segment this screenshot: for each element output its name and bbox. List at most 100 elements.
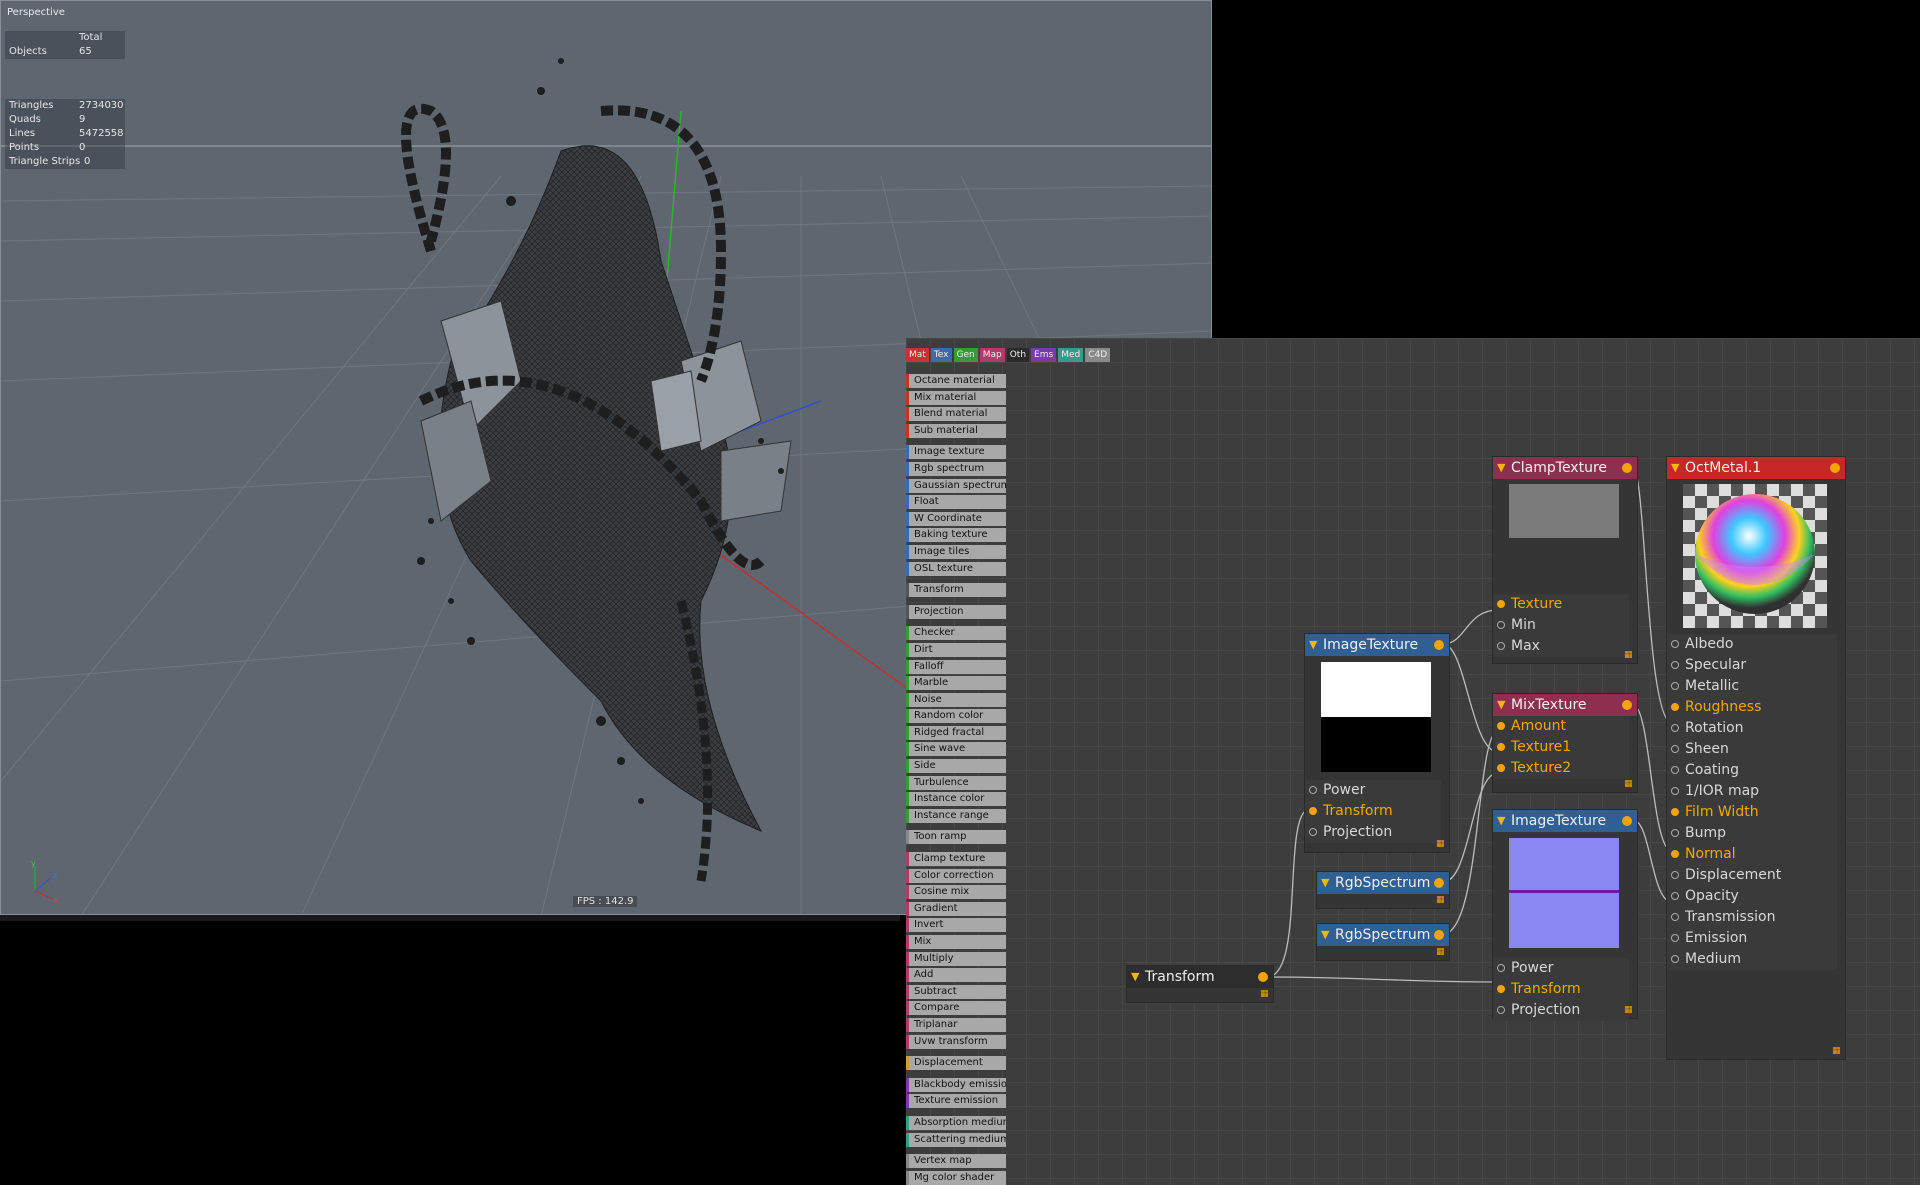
input-pin[interactable]: Sheen [1667,739,1837,760]
collapse-triangle-icon[interactable]: ▼ [1497,457,1505,479]
resize-handle-icon[interactable]: ▦ [1436,948,1445,957]
input-pin[interactable]: Bump [1667,823,1837,844]
output-pin-icon[interactable] [1434,878,1444,888]
resize-handle-icon[interactable]: ▦ [1624,1006,1633,1015]
node-header[interactable]: ▼ ImageTexture [1493,810,1637,832]
output-pin-icon[interactable] [1434,640,1444,650]
input-pin[interactable]: Texture [1493,594,1629,615]
input-pin[interactable]: Power [1305,780,1441,801]
input-pin[interactable]: Metallic [1667,676,1837,697]
collapse-triangle-icon[interactable]: ▼ [1321,924,1329,946]
node-editor[interactable]: Mat Tex Gen Map Oth Ems Med C4D Octane material… [906,338,1920,1185]
collapse-triangle-icon[interactable]: ▼ [1497,694,1505,716]
resize-handle-icon[interactable]: ▦ [1832,1047,1841,1056]
pin-connector-icon[interactable] [1671,787,1679,795]
input-pin[interactable]: Coating [1667,760,1837,781]
resize-handle-icon[interactable]: ▦ [1624,780,1633,789]
input-pin[interactable]: Opacity [1667,886,1837,907]
node-mixtexture[interactable]: ▼ MixTexture Amount Texture1 Texture2 ▦ [1492,693,1638,793]
input-pin[interactable]: Transform [1305,801,1441,822]
input-pin[interactable]: Projection [1305,822,1441,843]
pin-connector-icon[interactable] [1671,682,1679,690]
output-pin-icon[interactable] [1258,972,1268,982]
output-pin-icon[interactable] [1622,463,1632,473]
input-pin[interactable]: Max [1493,636,1629,657]
pin-connector-icon[interactable] [1309,828,1317,836]
pin-connector-icon[interactable] [1497,764,1505,772]
input-pin[interactable]: Albedo [1667,634,1837,655]
pin-connector-icon[interactable] [1497,621,1505,629]
resize-handle-icon[interactable]: ▦ [1436,840,1445,849]
pin-connector-icon[interactable] [1497,722,1505,730]
pin-connector-icon[interactable] [1309,807,1317,815]
node-octmetal[interactable]: ▼ OctMetal.1 Albedo Specular Metallic Ro… [1666,456,1846,1060]
pin-connector-icon[interactable] [1671,745,1679,753]
pin-connector-icon[interactable] [1671,892,1679,900]
pin-connector-icon[interactable] [1309,786,1317,794]
pin-connector-icon[interactable] [1497,1006,1505,1014]
collapse-triangle-icon[interactable]: ▼ [1131,966,1139,988]
node-header[interactable]: ▼ ImageTexture [1305,634,1449,656]
pin-connector-icon[interactable] [1671,661,1679,669]
pin-connector-icon[interactable] [1497,985,1505,993]
pin-connector-icon[interactable] [1671,829,1679,837]
collapse-triangle-icon[interactable]: ▼ [1321,872,1329,894]
input-pin[interactable]: Transmission [1667,907,1837,928]
input-pin[interactable]: Emission [1667,928,1837,949]
pin-connector-icon[interactable] [1497,642,1505,650]
pin-connector-icon[interactable] [1671,808,1679,816]
pin-label: Normal [1685,846,1736,862]
pin-connector-icon[interactable] [1671,955,1679,963]
timeline-bar[interactable] [0,915,900,921]
input-pin[interactable]: Texture2 [1493,758,1629,779]
node-transform[interactable]: ▼ Transform ▦ [1126,965,1274,1003]
pin-connector-icon[interactable] [1497,964,1505,972]
node-clamptexture[interactable]: ▼ ClampTexture Texture Min Max ▦ [1492,456,1638,664]
output-pin-icon[interactable] [1622,700,1632,710]
node-imagetexture-2[interactable]: ▼ ImageTexture Power Transform Projection … [1492,809,1638,1021]
node-header[interactable]: ▼ OctMetal.1 [1667,457,1845,479]
input-pin[interactable]: Film Width [1667,802,1837,823]
pin-connector-icon[interactable] [1671,766,1679,774]
collapse-triangle-icon[interactable]: ▼ [1497,810,1505,832]
input-pin[interactable]: 1/IOR map [1667,781,1837,802]
input-pin[interactable]: Min [1493,615,1629,636]
node-header[interactable]: ▼ MixTexture [1493,694,1637,716]
input-pin[interactable]: Transform [1493,979,1629,1000]
pin-connector-icon[interactable] [1497,600,1505,608]
node-imagetexture-1[interactable]: ▼ ImageTexture Power Transform Projection … [1304,633,1450,853]
input-pin[interactable]: Projection [1493,1000,1629,1021]
output-pin-icon[interactable] [1830,463,1840,473]
collapse-triangle-icon[interactable]: ▼ [1671,457,1679,479]
pin-connector-icon[interactable] [1671,850,1679,858]
input-pin[interactable]: Specular [1667,655,1837,676]
resize-handle-icon[interactable]: ▦ [1624,651,1633,660]
node-rgbspectrum-2[interactable]: ▼ RgbSpectrum ▦ [1316,923,1450,961]
pin-connector-icon[interactable] [1497,743,1505,751]
node-header[interactable]: ▼ RgbSpectrum [1317,872,1449,894]
resize-handle-icon[interactable]: ▦ [1260,990,1269,999]
pin-connector-icon[interactable] [1671,640,1679,648]
pin-connector-icon[interactable] [1671,934,1679,942]
input-pin[interactable]: Texture1 [1493,737,1629,758]
node-header[interactable]: ▼ ClampTexture [1493,457,1637,479]
node-header[interactable]: ▼ Transform [1127,966,1273,988]
output-pin-icon[interactable] [1622,816,1632,826]
pin-connector-icon[interactable] [1671,913,1679,921]
resize-handle-icon[interactable]: ▦ [1436,896,1445,905]
pin-connector-icon[interactable] [1671,871,1679,879]
input-pin[interactable]: Medium [1667,949,1837,970]
pin-connector-icon[interactable] [1671,724,1679,732]
input-pin[interactable]: Amount [1493,716,1629,737]
output-pin-icon[interactable] [1434,930,1444,940]
input-pin[interactable]: Power [1493,958,1629,979]
collapse-triangle-icon[interactable]: ▼ [1309,634,1317,656]
node-header[interactable]: ▼ RgbSpectrum [1317,924,1449,946]
viewport-label[interactable]: Perspective [7,7,65,18]
input-pin[interactable]: Rotation [1667,718,1837,739]
pin-connector-icon[interactable] [1671,703,1679,711]
input-pin[interactable]: Displacement [1667,865,1837,886]
input-pin[interactable]: Roughness [1667,697,1837,718]
input-pin[interactable]: Normal [1667,844,1837,865]
node-rgbspectrum-1[interactable]: ▼ RgbSpectrum ▦ [1316,871,1450,909]
